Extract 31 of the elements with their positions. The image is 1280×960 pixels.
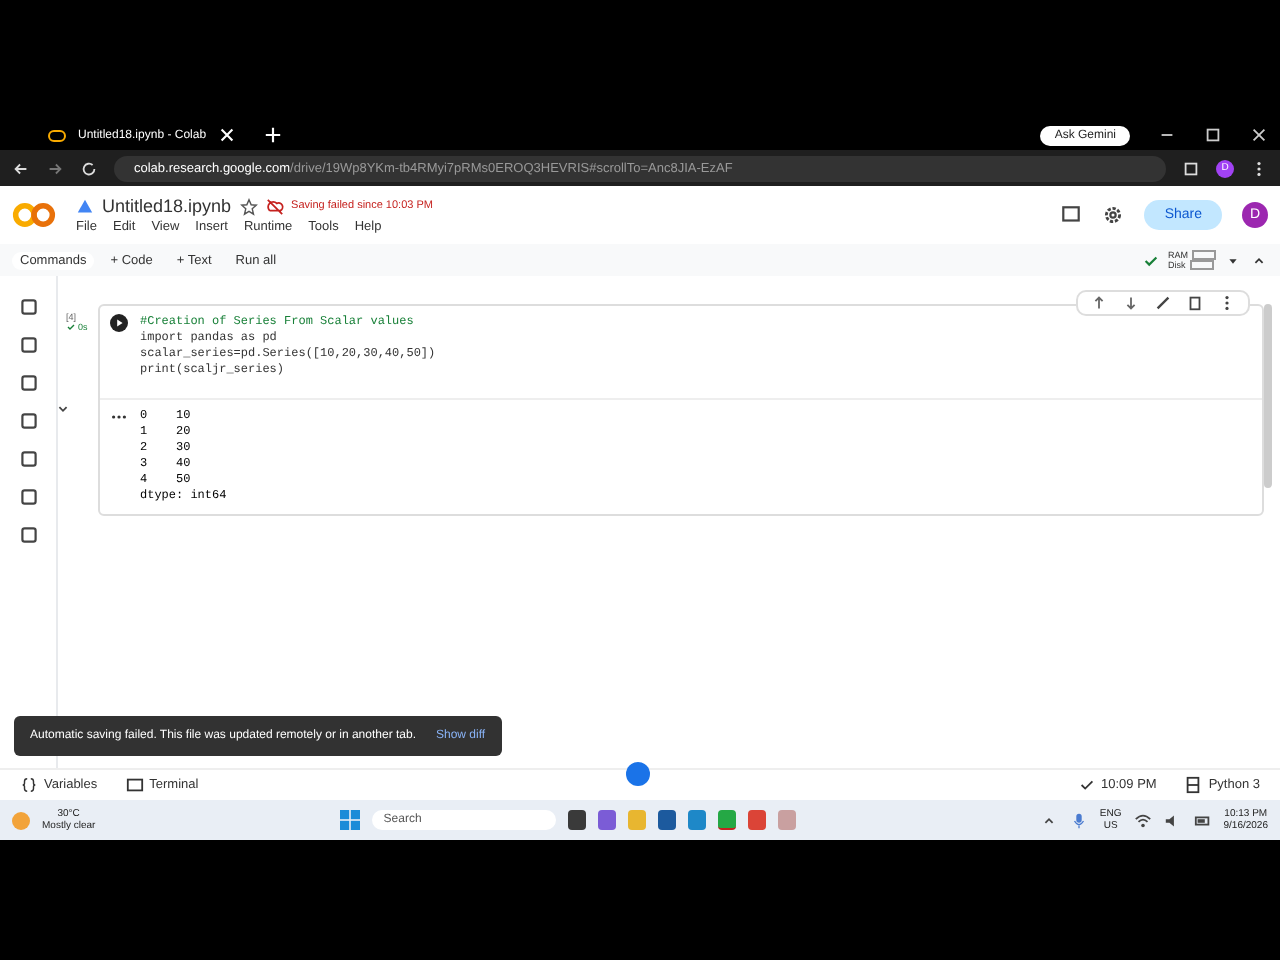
taskbar-app-icon[interactable] bbox=[657, 810, 676, 830]
forward-icon[interactable] bbox=[46, 159, 64, 177]
terminal-icon[interactable] bbox=[125, 776, 144, 794]
microphone-icon[interactable] bbox=[1069, 811, 1088, 829]
run-cell-icon[interactable] bbox=[110, 314, 128, 332]
disk-meter bbox=[1189, 260, 1214, 270]
check-icon bbox=[1142, 251, 1160, 269]
weather-icon bbox=[12, 811, 30, 829]
move-up-icon[interactable] bbox=[1090, 294, 1108, 312]
battery-icon[interactable] bbox=[1193, 811, 1212, 829]
taskbar-app-icon[interactable] bbox=[717, 810, 736, 830]
new-tab-icon[interactable] bbox=[264, 126, 282, 144]
check-icon bbox=[66, 322, 76, 332]
taskbar-app-icon[interactable] bbox=[567, 810, 586, 830]
maximize-icon[interactable] bbox=[1204, 126, 1222, 144]
cloud-off-icon bbox=[265, 197, 284, 215]
windows-start-icon[interactable] bbox=[339, 810, 360, 830]
server-icon[interactable] bbox=[1184, 776, 1203, 794]
ram-meter bbox=[1192, 250, 1216, 260]
move-down-icon[interactable] bbox=[1122, 294, 1140, 312]
taskbar-app-icon[interactable] bbox=[597, 810, 616, 830]
reload-icon[interactable] bbox=[80, 159, 98, 177]
star-icon[interactable] bbox=[239, 197, 258, 215]
notebook-title[interactable]: Untitled18.ipynb bbox=[102, 196, 232, 216]
wifi-icon[interactable] bbox=[1133, 811, 1152, 829]
back-icon[interactable] bbox=[12, 159, 30, 177]
close-icon[interactable] bbox=[1250, 126, 1268, 144]
settings-icon[interactable] bbox=[1102, 204, 1125, 226]
drive-icon bbox=[76, 197, 94, 215]
check-icon bbox=[1077, 776, 1095, 794]
braces-icon[interactable] bbox=[20, 776, 38, 794]
